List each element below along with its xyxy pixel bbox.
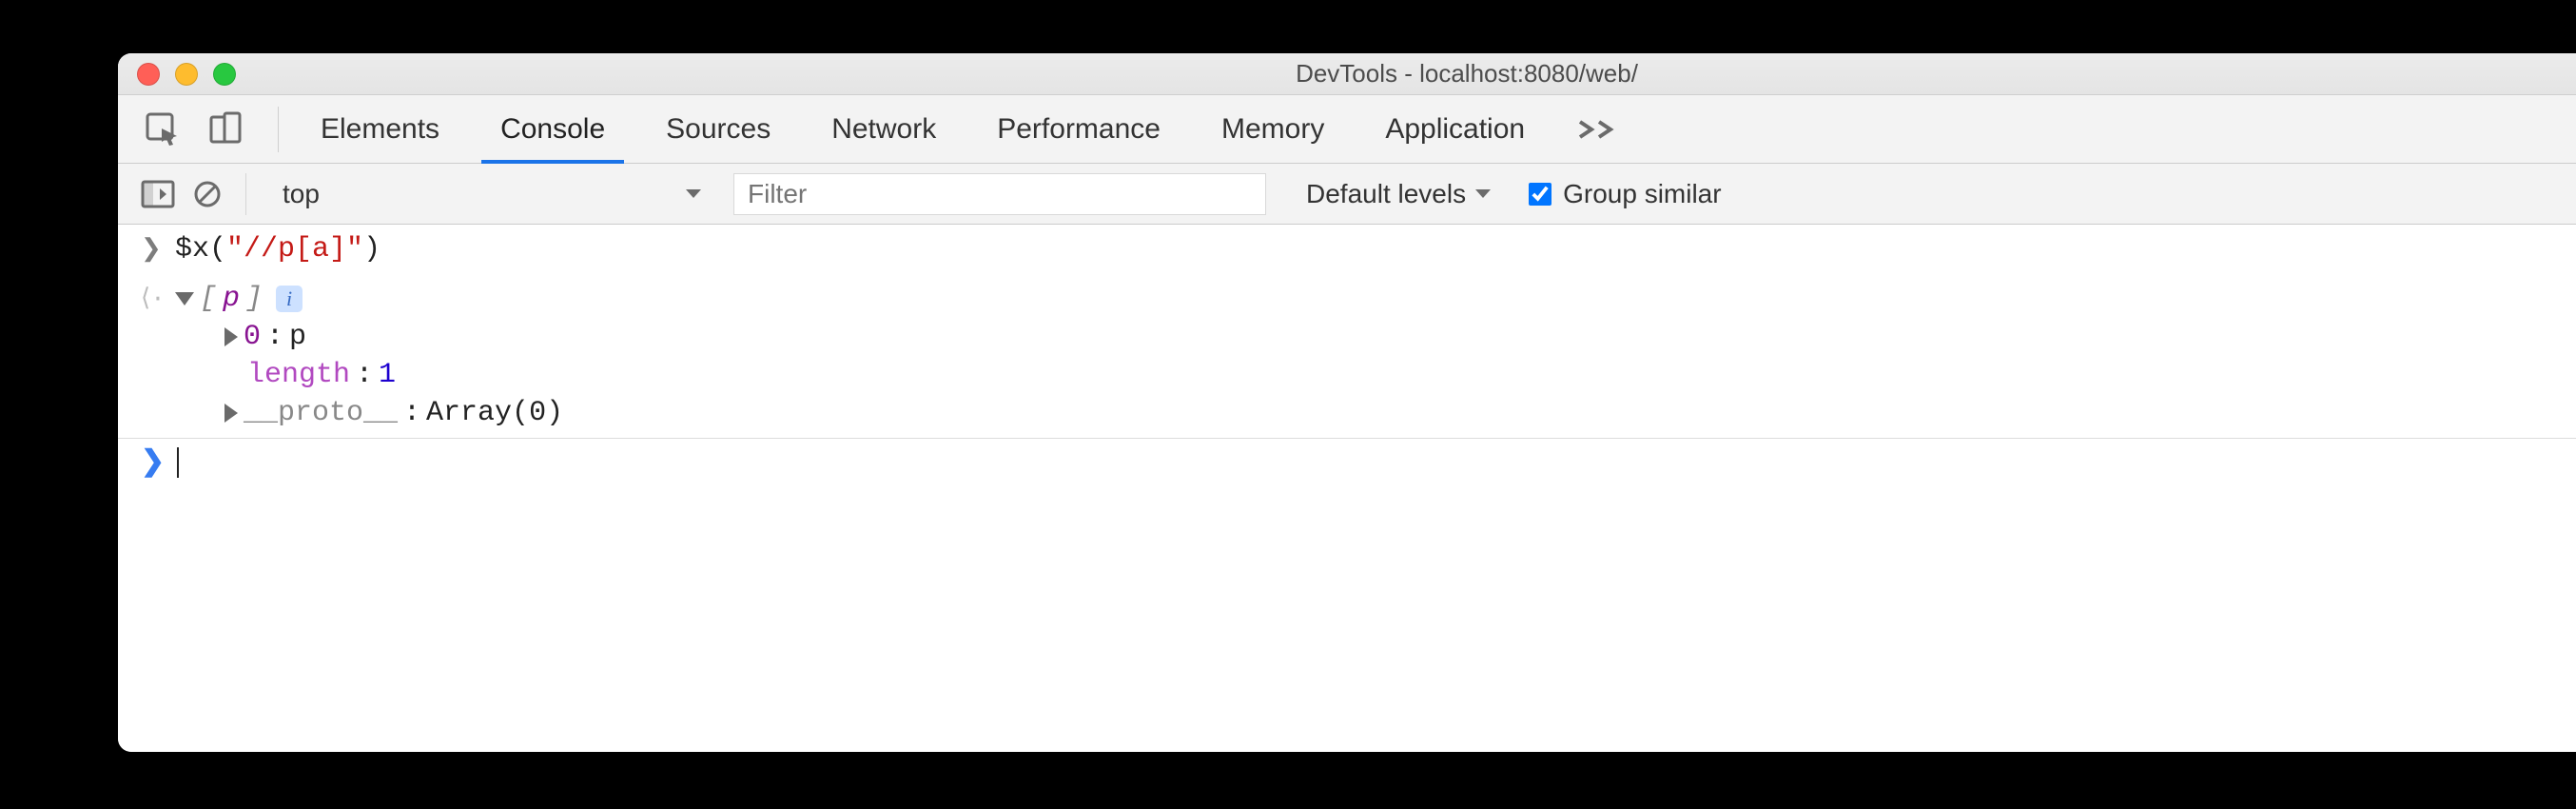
panel-tabs-bar: Elements Console Sources Network Perform…: [118, 95, 2576, 164]
tab-label: Console: [500, 113, 605, 146]
tab-label: Network: [831, 113, 936, 146]
caret-right-icon[interactable]: [224, 327, 238, 346]
prop-index: 0: [244, 318, 261, 356]
input-marker-icon: ❯: [141, 230, 175, 268]
group-similar-toggle[interactable]: Group similar: [1529, 179, 1721, 209]
tab-label: Application: [1385, 113, 1525, 146]
result-child-length[interactable]: length: 1: [175, 356, 2576, 394]
inspect-element-icon[interactable]: [145, 111, 181, 148]
console-toolbar: top Default levels Group similar: [118, 164, 2576, 225]
info-icon[interactable]: i: [276, 286, 302, 312]
device-toolbar-icon[interactable]: [207, 111, 244, 148]
log-levels-select[interactable]: Default levels: [1306, 179, 1493, 209]
tab-console[interactable]: Console: [470, 95, 635, 163]
result-summary-row[interactable]: [p] i: [175, 280, 2576, 318]
tab-label: Sources: [666, 113, 771, 146]
prop-sep: :: [266, 318, 283, 356]
group-similar-checkbox[interactable]: [1529, 183, 1551, 206]
result-child-proto[interactable]: __proto__: Array(0): [175, 394, 2576, 432]
overflow-tabs-button[interactable]: [1555, 118, 1643, 141]
prop-value: 1: [379, 356, 396, 394]
filter-input[interactable]: [733, 173, 1266, 215]
tab-network[interactable]: Network: [801, 95, 966, 163]
console-input-echo: ❯ $x("//p[a]"): [118, 225, 2576, 274]
prop-sep: :: [356, 356, 373, 394]
titlebar: DevTools - localhost:8080/web/: [118, 53, 2576, 95]
token-string: "//p[a]": [226, 233, 363, 266]
result-child-0[interactable]: 0: p: [175, 318, 2576, 356]
devtools-window: DevTools - localhost:8080/web/ Elements …: [118, 53, 2576, 752]
chevron-down-icon: [1473, 187, 1493, 201]
tab-label: Elements: [321, 113, 439, 146]
clear-console-icon[interactable]: [192, 179, 223, 209]
token-close: ): [363, 233, 381, 266]
result-marker-icon: ⟨·: [141, 280, 175, 318]
execution-context-select[interactable]: top: [269, 173, 716, 215]
console-input[interactable]: [175, 444, 2576, 483]
prop-name: __proto__: [244, 394, 398, 432]
divider: [245, 173, 246, 215]
text-cursor: [177, 447, 179, 478]
panel-tabs: Elements Console Sources Network Perform…: [290, 95, 1555, 163]
console-prompt[interactable]: ❯: [118, 439, 2576, 488]
prop-sep: :: [403, 394, 420, 432]
prop-value: p: [289, 318, 306, 356]
token-function: $x: [175, 233, 209, 266]
tab-sources[interactable]: Sources: [635, 95, 801, 163]
tab-application[interactable]: Application: [1355, 95, 1555, 163]
prop-name: length: [247, 356, 350, 394]
console-body: ❯ $x("//p[a]") ⟨· [p] i 0: p: [118, 225, 2576, 752]
input-expression[interactable]: $x("//p[a]"): [175, 230, 2576, 268]
context-label: top: [283, 179, 320, 209]
caret-down-icon[interactable]: [175, 292, 194, 306]
console-result: ⟨· [p] i 0: p length: 1: [118, 274, 2576, 438]
bracket-close: ]: [245, 280, 263, 318]
prompt-marker-icon: ❯: [141, 444, 175, 483]
levels-label: Default levels: [1306, 179, 1466, 209]
group-similar-label: Group similar: [1563, 179, 1721, 209]
prop-value: Array(0): [426, 394, 563, 432]
chevron-down-icon: [684, 187, 703, 201]
array-element: p: [223, 280, 240, 318]
window-title: DevTools - localhost:8080/web/: [118, 59, 2576, 89]
tab-label: Memory: [1221, 113, 1324, 146]
divider: [278, 107, 279, 152]
bracket-open: [: [200, 280, 217, 318]
tab-elements[interactable]: Elements: [290, 95, 470, 163]
token-open: (: [209, 233, 226, 266]
caret-right-icon[interactable]: [224, 404, 238, 423]
tab-label: Performance: [997, 113, 1161, 146]
toggle-sidebar-icon[interactable]: [141, 180, 175, 208]
tab-performance[interactable]: Performance: [966, 95, 1191, 163]
tab-memory[interactable]: Memory: [1191, 95, 1355, 163]
